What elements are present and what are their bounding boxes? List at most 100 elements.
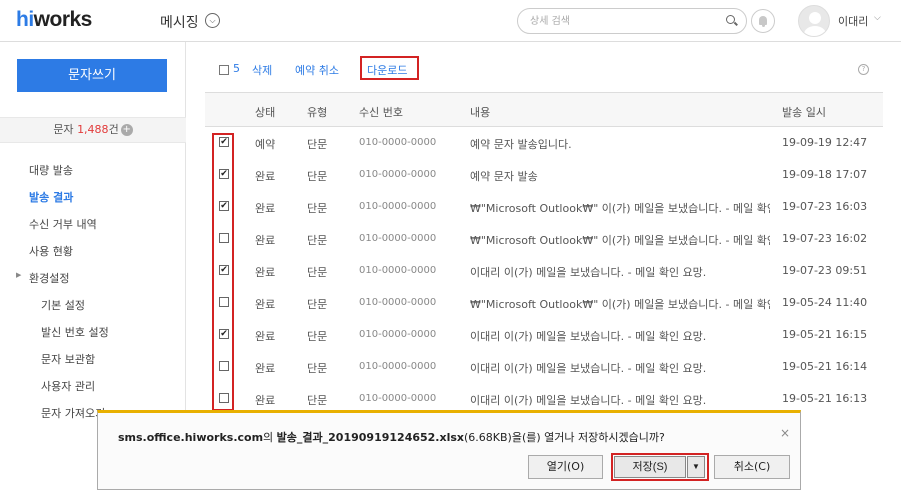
download-domain: sms.office.hiworks.com xyxy=(118,431,264,444)
sidebar-item-reject-history[interactable]: 수신 거부 내역 xyxy=(29,216,97,232)
sidebar-item-basic-settings[interactable]: 기본 설정 xyxy=(41,297,85,313)
delete-button[interactable]: 삭제 xyxy=(252,62,272,78)
phone-cell: 010-0000-0000 xyxy=(359,329,437,340)
download-text-2: 을(를) 열거나 저장하시겠습니까? xyxy=(511,431,665,444)
plus-icon[interactable]: + xyxy=(120,124,133,136)
date-cell: 19-07-23 16:02 xyxy=(782,232,868,245)
save-highlight: 저장(S) ▼ xyxy=(611,453,709,481)
caret-right-icon[interactable]: ▶ xyxy=(16,271,21,279)
content-cell[interactable]: ₩"Microsoft Outlook₩" 이(가) 메일을 보냈습니다. - … xyxy=(470,232,770,248)
status-cell: 완료 xyxy=(255,394,276,407)
status-cell: 완료 xyxy=(255,266,276,279)
phone-cell: 010-0000-0000 xyxy=(359,297,437,308)
column-header-type: 유형 xyxy=(307,106,328,119)
table-row[interactable]: 완료 단문 010-0000-0000 ₩"Microsoft Outlook₩" 이… xyxy=(205,287,883,319)
sms-count-prefix: 문자 xyxy=(53,123,78,136)
save-button[interactable]: 저장(S) xyxy=(614,456,686,478)
table-row[interactable]: ✔ 완료 단문 010-0000-0000 이대리 이(가) 메일을 보냈습니다. - … xyxy=(205,255,883,287)
sidebar-item-storage[interactable]: 문자 보관함 xyxy=(41,351,95,367)
column-header-status: 상태 xyxy=(255,106,276,119)
download-text-1: 의 xyxy=(263,431,277,444)
content-cell[interactable]: 이대리 이(가) 메일을 보냈습니다. - 메일 확인 요망. xyxy=(470,360,770,376)
sidebar-item-settings[interactable]: 환경설정 xyxy=(29,270,69,286)
phone-cell: 010-0000-0000 xyxy=(359,169,437,180)
column-header-date: 발송 일시 xyxy=(782,106,826,119)
type-cell: 단문 xyxy=(307,362,328,375)
table-row[interactable]: 완료 단문 010-0000-0000 이대리 이(가) 메일을 보냈습니다. - 메… xyxy=(205,351,883,383)
date-cell: 19-09-18 17:07 xyxy=(782,168,868,181)
content-cell[interactable]: 예약 문자 발송 xyxy=(470,168,770,184)
content-cell[interactable]: 예약 문자 발송입니다. xyxy=(470,136,770,152)
status-cell: 완료 xyxy=(255,202,276,215)
sidebar-item-user-management[interactable]: 사용자 관리 xyxy=(41,378,95,394)
search-box xyxy=(517,8,747,34)
status-cell: 완료 xyxy=(255,330,276,343)
app-title[interactable]: 메시징 xyxy=(160,12,199,32)
cancel-button[interactable]: 취소(C) xyxy=(714,455,790,479)
avatar[interactable] xyxy=(798,5,830,37)
phone-cell: 010-0000-0000 xyxy=(359,137,437,148)
logo[interactable]: hiworks xyxy=(16,8,92,32)
search-input[interactable] xyxy=(530,13,720,30)
download-notification-bar: sms.office.hiworks.com의 발송_결과_2019091912… xyxy=(97,410,801,490)
download-button[interactable]: 다운로드 xyxy=(367,62,407,78)
compose-button[interactable]: 문자쓰기 xyxy=(17,59,167,92)
date-cell: 19-07-23 16:03 xyxy=(782,200,868,213)
table-row[interactable]: ✔ 완료 단문 010-0000-0000 ₩"Microsoft Outlook₩" … xyxy=(205,191,883,223)
user-name[interactable]: 이대리 xyxy=(838,13,868,29)
selected-count: 5 xyxy=(233,62,240,75)
phone-cell: 010-0000-0000 xyxy=(359,233,437,244)
type-cell: 단문 xyxy=(307,138,328,151)
checkbox-highlight xyxy=(212,133,234,411)
type-cell: 단문 xyxy=(307,330,328,343)
date-cell: 19-05-24 11:40 xyxy=(782,296,868,309)
bell-icon[interactable] xyxy=(751,9,775,33)
sidebar-item-usage[interactable]: 사용 현황 xyxy=(29,243,73,259)
date-cell: 19-09-19 12:47 xyxy=(782,136,868,149)
sidebar-item-send-result[interactable]: 발송 결과 xyxy=(29,189,73,205)
content-cell[interactable]: ₩"Microsoft Outlook₩" 이(가) 메일을 보냈습니다. - … xyxy=(470,200,770,216)
open-button[interactable]: 열기(O) xyxy=(528,455,603,479)
sidebar-item-bulk-send[interactable]: 대량 발송 xyxy=(29,162,73,178)
phone-cell: 010-0000-0000 xyxy=(359,265,437,276)
download-size: (6.68KB) xyxy=(464,431,512,444)
sidebar-item-import[interactable]: 문자 가져오기 xyxy=(41,405,105,421)
search-icon[interactable] xyxy=(726,15,735,24)
type-cell: 단문 xyxy=(307,170,328,183)
date-cell: 19-07-23 09:51 xyxy=(782,264,868,277)
table-row[interactable]: 완료 단문 010-0000-0000 ₩"Microsoft Outlook₩" 이… xyxy=(205,223,883,255)
header: hiworks 메시징 ⌵ 이대리 ⌵ xyxy=(0,0,901,42)
cancel-reservation-button[interactable]: 예약 취소 xyxy=(295,62,339,78)
help-icon[interactable]: ? xyxy=(858,64,869,75)
download-message: sms.office.hiworks.com의 발송_결과_2019091912… xyxy=(118,429,665,445)
chevron-down-icon[interactable]: ⌵ xyxy=(205,13,220,28)
download-filename: 발송_결과_20190919124652.xlsx xyxy=(276,431,464,444)
status-cell: 예약 xyxy=(255,138,276,151)
select-all-checkbox[interactable] xyxy=(219,65,229,75)
type-cell: 단문 xyxy=(307,266,328,279)
logo-rest: works xyxy=(33,8,93,31)
date-cell: 19-05-21 16:14 xyxy=(782,360,868,373)
table-row[interactable]: ✔ 예약 단문 010-0000-0000 예약 문자 발송입니다. 19-09-19 1… xyxy=(205,127,883,159)
table-row[interactable]: ✔ 완료 단문 010-0000-0000 예약 문자 발송 19-09-18 17:07 xyxy=(205,159,883,191)
content-cell[interactable]: 이대리 이(가) 메일을 보냈습니다. - 메일 확인 요망. xyxy=(470,392,770,408)
table-row[interactable]: ✔ 완료 단문 010-0000-0000 이대리 이(가) 메일을 보냈습니다. - … xyxy=(205,319,883,351)
content-cell[interactable]: ₩"Microsoft Outlook₩" 이(가) 메일을 보냈습니다. - … xyxy=(470,296,770,312)
content-cell[interactable]: 이대리 이(가) 메일을 보냈습니다. - 메일 확인 요망. xyxy=(470,264,770,280)
content-cell[interactable]: 이대리 이(가) 메일을 보냈습니다. - 메일 확인 요망. xyxy=(470,328,770,344)
column-header-phone: 수신 번호 xyxy=(359,106,403,119)
sidebar-item-sender-number[interactable]: 발신 번호 설정 xyxy=(41,324,109,340)
phone-cell: 010-0000-0000 xyxy=(359,361,437,372)
status-cell: 완료 xyxy=(255,298,276,311)
status-cell: 완료 xyxy=(255,234,276,247)
user-chevron-icon[interactable]: ⌵ xyxy=(874,13,881,23)
type-cell: 단문 xyxy=(307,202,328,215)
sms-count-value: 1,488 xyxy=(77,123,109,136)
date-cell: 19-05-21 16:15 xyxy=(782,328,868,341)
status-cell: 완료 xyxy=(255,170,276,183)
close-icon[interactable]: × xyxy=(780,426,790,440)
column-header-content: 내용 xyxy=(470,106,491,119)
save-dropdown-icon[interactable]: ▼ xyxy=(687,456,705,478)
sms-count: 문자 1,488건 + xyxy=(0,117,186,143)
date-cell: 19-05-21 16:13 xyxy=(782,392,868,405)
